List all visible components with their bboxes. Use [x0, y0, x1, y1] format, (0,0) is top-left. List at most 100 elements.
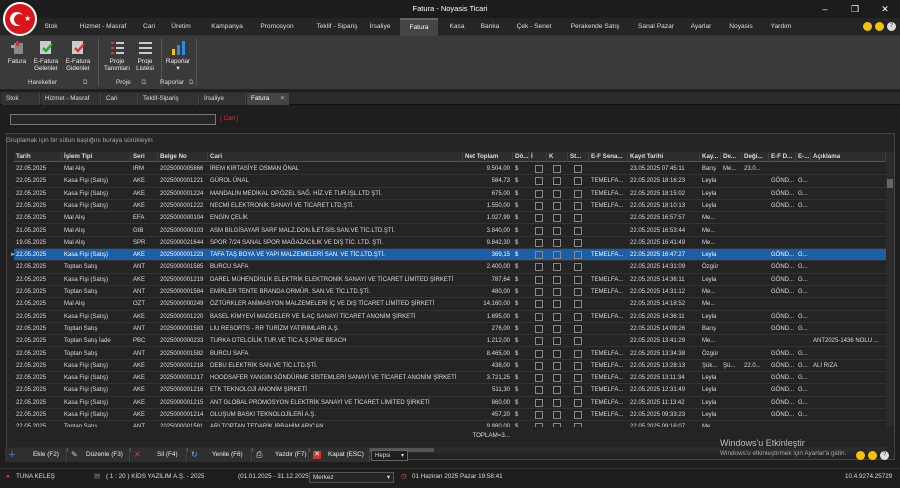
- menu-item-16[interactable]: Yardım: [766, 18, 796, 36]
- yenile-button[interactable]: ↻ Yenile (F6): [188, 448, 252, 462]
- row-checkbox[interactable]: [574, 312, 582, 321]
- hepsi-select[interactable]: Hepsi ▾: [371, 450, 408, 461]
- column-header-16[interactable]: E-...: [796, 152, 811, 162]
- doc-tab-2[interactable]: Cari: [102, 93, 138, 105]
- yazdir-button[interactable]: ⎙ Yazdır (F7): [253, 448, 309, 462]
- table-row[interactable]: 22.05.2025 Kasa Fişi (Satış) AKE 2025000001…: [14, 397, 886, 409]
- menu-item-13[interactable]: Sanal Pazar: [632, 18, 680, 36]
- cari-filter-input[interactable]: [10, 114, 216, 125]
- row-checkbox[interactable]: [535, 423, 543, 427]
- table-row[interactable]: 22.05.2025 Kasa Fişi (Satış) AKE 2025000001…: [14, 175, 886, 188]
- row-checkbox[interactable]: [574, 263, 582, 272]
- row-checkbox[interactable]: [535, 189, 543, 198]
- menu-item-2[interactable]: Cari: [139, 18, 159, 36]
- row-checkbox[interactable]: [574, 288, 582, 296]
- table-row[interactable]: 22.05.2025 Kasa Fişi (Satış) AKE 2025000001…: [14, 384, 886, 397]
- scrollbar-thumb[interactable]: [887, 179, 893, 188]
- table-row[interactable]: 22.05.2025 Mal Alış EFA 2025000000104 ENGİN …: [14, 212, 886, 225]
- row-checkbox[interactable]: [535, 349, 543, 358]
- row-checkbox[interactable]: [535, 337, 543, 346]
- table-row[interactable]: 22.05.2025 Toptan Satış ANT 2025000001582 BU…: [14, 348, 886, 360]
- doc-tab-5[interactable]: Fatura ✕: [247, 93, 289, 105]
- column-header-9[interactable]: St...: [568, 152, 589, 162]
- menu-item-11[interactable]: Çek - Senet: [510, 18, 558, 36]
- column-header-7[interactable]: İ: [529, 152, 547, 162]
- row-checkbox[interactable]: [553, 337, 561, 346]
- row-checkbox[interactable]: [535, 324, 543, 333]
- table-row[interactable]: 22.05.2025 Toptan Satış ANT 2025000001585 BU…: [14, 261, 886, 274]
- duzenle-button[interactable]: ✎ Düzenle (F3): [68, 448, 130, 462]
- row-checkbox[interactable]: [553, 177, 561, 186]
- menu-item-5[interactable]: Promosyon: [252, 18, 302, 36]
- table-row[interactable]: 22.05.2025 Kasa Fişi (Satış) AKE 2025000001…: [14, 409, 886, 422]
- column-header-4[interactable]: Cari: [208, 152, 463, 162]
- column-header-3[interactable]: Belge No: [158, 152, 208, 162]
- sil-button[interactable]: ✕ Sil (F4): [131, 448, 187, 462]
- menu-item-0[interactable]: Stok: [36, 18, 66, 36]
- minimize-icon[interactable]: –: [810, 0, 840, 18]
- menu-item-9[interactable]: Kasa: [444, 18, 470, 36]
- kapat-button[interactable]: ✕ Kapat (ESC): [310, 448, 370, 462]
- menu-item-3[interactable]: Üretim: [162, 18, 200, 36]
- row-checkbox[interactable]: [553, 349, 561, 358]
- column-header-0[interactable]: Tarih: [14, 152, 62, 162]
- row-checkbox[interactable]: [535, 374, 543, 383]
- table-row[interactable]: 19.05.2025 Mal Alış SPR 2025000021644 SPOR 7…: [14, 237, 886, 250]
- column-header-15[interactable]: E-F D...: [769, 152, 796, 162]
- row-checkbox[interactable]: [535, 263, 543, 272]
- column-header-5[interactable]: Net Toplam: [463, 152, 513, 162]
- row-checkbox[interactable]: [553, 214, 561, 223]
- row-checkbox[interactable]: [553, 288, 561, 296]
- row-checkbox[interactable]: [574, 189, 582, 198]
- row-checkbox[interactable]: [574, 361, 582, 370]
- branch-select[interactable]: Merkez ▾: [309, 472, 394, 483]
- row-checkbox[interactable]: [574, 374, 582, 383]
- row-checkbox[interactable]: [574, 177, 582, 186]
- row-checkbox[interactable]: [553, 263, 561, 272]
- menu-item-14[interactable]: Ayarlar: [686, 18, 716, 36]
- row-checkbox[interactable]: [535, 165, 543, 173]
- row-checkbox[interactable]: [553, 275, 561, 284]
- column-header-10[interactable]: E-F Sena...: [589, 152, 628, 162]
- table-row[interactable]: 22.05.2025 Kasa Fişi (Satış) AKE 2025000001…: [14, 274, 886, 286]
- row-checkbox[interactable]: [553, 398, 561, 407]
- smiley-icon[interactable]: [875, 22, 884, 31]
- row-checkbox[interactable]: [574, 386, 582, 395]
- table-row[interactable]: 21.05.2025 Mal Alış GIB 2025000000103 ASM Bİ…: [14, 225, 886, 237]
- column-header-17[interactable]: Açıklama: [811, 152, 886, 162]
- column-header-6[interactable]: Dö...: [513, 152, 529, 162]
- row-checkbox[interactable]: [535, 214, 543, 223]
- close-tab-icon[interactable]: ✕: [280, 93, 285, 105]
- doc-tab-0[interactable]: Stok: [2, 93, 40, 105]
- vertical-scrollbar[interactable]: [886, 152, 894, 427]
- row-checkbox[interactable]: [535, 312, 543, 321]
- row-checkbox[interactable]: [535, 275, 543, 284]
- row-checkbox[interactable]: [535, 201, 543, 210]
- ekle-button[interactable]: ＋ Ekle (F2): [5, 448, 67, 462]
- menu-item-6[interactable]: Teklif - Sipariş: [308, 18, 366, 36]
- column-header-8[interactable]: K: [547, 152, 568, 162]
- doc-tab-1[interactable]: Hizmet - Masraf: [41, 93, 101, 105]
- row-checkbox[interactable]: [535, 238, 543, 247]
- table-row[interactable]: 22.05.2025 Mal Alış OZT 2025000000249 ÖZTÜRK…: [14, 298, 886, 311]
- row-checkbox[interactable]: [574, 251, 582, 260]
- help-icon[interactable]: ?: [887, 22, 896, 31]
- row-checkbox[interactable]: [574, 226, 582, 235]
- row-checkbox[interactable]: [535, 386, 543, 395]
- menu-item-12[interactable]: Perakende Satış: [566, 18, 624, 36]
- row-checkbox[interactable]: [535, 177, 543, 186]
- row-checkbox[interactable]: [553, 238, 561, 247]
- column-header-2[interactable]: Seri: [131, 152, 158, 162]
- row-checkbox[interactable]: [574, 275, 582, 284]
- ribbon-fatura-button[interactable]: Fatura: [6, 39, 28, 65]
- row-checkbox[interactable]: [553, 226, 561, 235]
- row-checkbox[interactable]: [574, 214, 582, 223]
- doc-tab-4[interactable]: İrsaliye: [200, 93, 246, 105]
- row-checkbox[interactable]: [553, 165, 561, 173]
- menu-item-1[interactable]: Hizmet - Masraf: [68, 18, 138, 36]
- table-row[interactable]: 22.05.2025Toptan SatışANT2025000001581AR…: [14, 421, 886, 427]
- row-checkbox[interactable]: [574, 300, 582, 309]
- menu-item-8[interactable]: Fatura: [400, 18, 438, 36]
- column-header-1[interactable]: İşlem Tipi: [62, 152, 131, 162]
- menu-item-4[interactable]: Kampanya: [206, 18, 248, 36]
